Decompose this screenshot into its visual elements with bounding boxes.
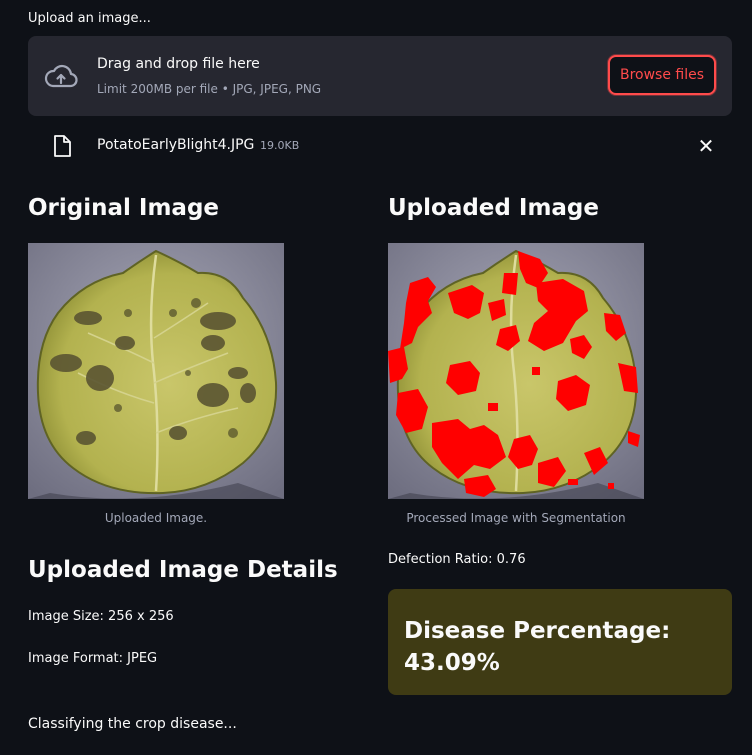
disease-percentage-label: Disease Percentage: xyxy=(404,618,671,644)
defection-ratio: Defection Ratio: 0.76 xyxy=(388,552,526,567)
original-leaf-image xyxy=(28,243,284,499)
disease-percentage-value: 43.09% xyxy=(404,650,500,676)
image-format-text: Image Format: JPEG xyxy=(28,651,158,666)
file-icon xyxy=(54,135,71,157)
segmented-image-caption: Processed Image with Segmentation xyxy=(406,511,626,525)
original-image-caption: Uploaded Image. xyxy=(104,511,208,525)
segmented-leaf-image xyxy=(388,243,644,499)
disease-percentage-box: Disease Percentage: 43.09% xyxy=(388,589,732,695)
image-details-heading: Uploaded Image Details xyxy=(28,557,338,583)
original-image-heading: Original Image xyxy=(28,195,220,221)
uploader-label: Upload an image... xyxy=(28,11,151,26)
browse-files-button[interactable]: Browse files xyxy=(608,55,716,95)
uploaded-image-heading: Uploaded Image xyxy=(388,195,599,221)
file-dropzone[interactable]: Drag and drop file here Limit 200MB per … xyxy=(28,36,732,116)
image-size-text: Image Size: 256 x 256 xyxy=(28,609,174,624)
dropzone-title: Drag and drop file here xyxy=(97,56,260,72)
cloud-upload-icon xyxy=(44,64,78,88)
file-size: 19.0KB xyxy=(260,139,300,152)
dropzone-subtitle: Limit 200MB per file • JPG, JPEG, PNG xyxy=(97,82,322,96)
classification-status: Classifying the crop disease... xyxy=(28,716,237,732)
close-icon[interactable]: ✕ xyxy=(696,134,716,158)
uploaded-file-row: PotatoEarlyBlight4.JPG 19.0KB ✕ xyxy=(28,130,732,162)
file-name: PotatoEarlyBlight4.JPG xyxy=(97,137,255,153)
